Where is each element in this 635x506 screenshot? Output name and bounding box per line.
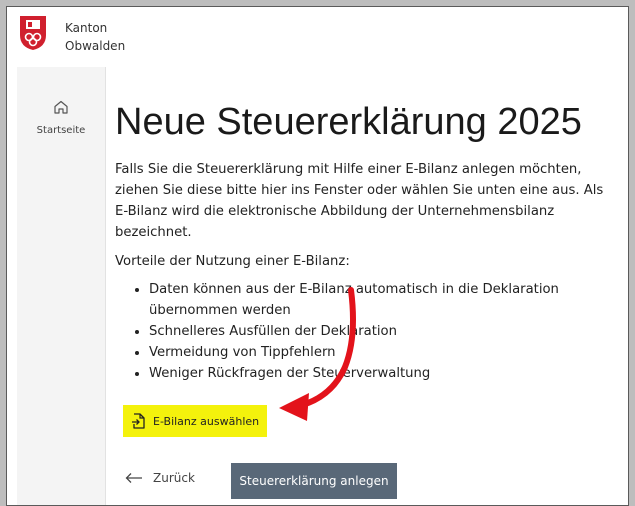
sidebar-item-startseite[interactable]: Startseite (17, 99, 105, 136)
back-label: Zurück (153, 471, 195, 485)
back-button[interactable]: Zurück (125, 471, 195, 485)
home-icon (54, 100, 68, 114)
list-item: Daten können aus der E-Bilanz automatisc… (149, 279, 619, 321)
header: Kanton Obwalden (7, 7, 628, 67)
list-item: Schnelleres Ausfüllen der Deklaration (149, 321, 619, 342)
brand-line-1: Kanton (65, 21, 108, 35)
create-tax-return-button[interactable]: Steuererklärung anlegen (231, 463, 397, 499)
intro-text: Falls Sie die Steuererklärung mit Hilfe … (115, 162, 604, 240)
advantages-list: Daten können aus der E-Bilanz automatisc… (115, 279, 619, 384)
canton-crest-icon[interactable] (19, 15, 47, 51)
sidebar-item-label: Startseite (36, 125, 86, 136)
canton-name[interactable]: Kanton Obwalden (65, 19, 125, 55)
list-item: Vermeidung von Tippfehlern (149, 342, 619, 363)
page-title: Neue Steuererklärung 2025 (115, 101, 582, 143)
arrow-left-icon (125, 473, 142, 483)
sidebar: Startseite (17, 67, 106, 505)
advantages-heading: Vorteile der Nutzung einer E-Bilanz: (115, 254, 350, 269)
select-ebilanz-label: E-Bilanz auswählen (153, 414, 260, 428)
list-item: Weniger Rückfragen der Steuerverwaltung (149, 363, 619, 384)
select-ebilanz-button[interactable]: E-Bilanz auswählen (123, 405, 268, 437)
brand-line-2: Obwalden (65, 39, 126, 53)
file-import-icon (132, 413, 145, 429)
app-window: Kanton Obwalden Startseite Neue Steuerer… (6, 6, 629, 506)
